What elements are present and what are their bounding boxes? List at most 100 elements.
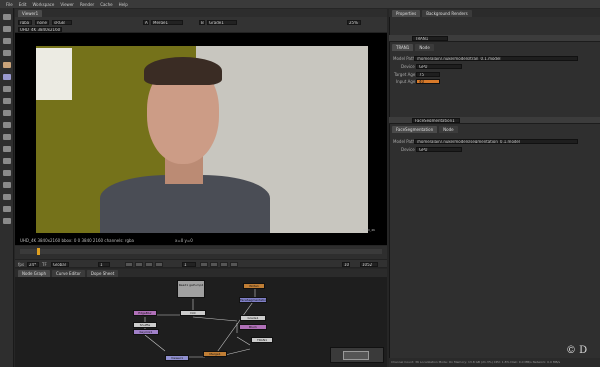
node-edgeblur[interactable]: EdgeBlur	[133, 310, 157, 316]
menu-workspace[interactable]: Workspace	[32, 2, 54, 7]
step-forward-icon[interactable]	[200, 262, 208, 267]
node-write1[interactable]: Write1	[243, 283, 265, 289]
step-back-icon[interactable]	[155, 262, 163, 267]
tab-viewer1[interactable]: Viewer1	[18, 9, 43, 17]
tran1-name-field[interactable]: TRAN1	[412, 36, 448, 41]
node-merge1[interactable]: Merge1	[203, 351, 227, 357]
tab-facesegmentation[interactable]: FaceSegmentation	[392, 126, 438, 133]
input-age-field[interactable]: 40	[416, 79, 440, 84]
node-graph-canvas[interactable]: Read1 galh.mp4 Write1 FaceSegmentation1 …	[15, 277, 387, 367]
fps-label: fps	[18, 262, 25, 267]
play-forward-icon[interactable]	[210, 262, 218, 267]
input-age-label: Input Age	[396, 79, 416, 84]
menu-file[interactable]: File	[6, 2, 13, 7]
node-read1[interactable]: Read1 galh.mp4	[177, 280, 205, 298]
target-age-field[interactable]: 75	[416, 72, 440, 77]
node-dot[interactable]: Dot	[180, 310, 206, 316]
image-tool-icon[interactable]	[3, 26, 11, 32]
tab-dope-sheet[interactable]: Dope Sheet	[86, 269, 119, 277]
pointer-tool-icon[interactable]	[3, 14, 11, 20]
fps-field[interactable]: 24*	[27, 262, 39, 267]
input-b-select[interactable]: Grade1	[207, 20, 237, 25]
input-b-label: B	[199, 20, 205, 25]
menu-bar: File Edit Workspace Viewer Render Cache …	[0, 0, 600, 8]
menu-cache[interactable]: Cache	[100, 2, 112, 7]
fs-model-path-field[interactable]: /home/alain/.nuke/models/segmentation_0.…	[414, 139, 578, 144]
start-frame-field[interactable]: 1	[98, 262, 110, 267]
viewer-controls: rgba none sRGB A Merge1 B Grade1 25% UHD…	[15, 17, 387, 33]
tab-background-renders[interactable]: Background Renders	[422, 9, 472, 17]
node-viewer1[interactable]: Viewer1	[165, 355, 189, 361]
current-frame-field[interactable]: 1	[182, 262, 196, 267]
timeline-ruler[interactable]	[20, 249, 382, 254]
node-tran1[interactable]: TRAN1	[251, 337, 273, 343]
other-tool-icon[interactable]	[3, 206, 11, 212]
input-a-label: A	[143, 20, 149, 25]
properties-tabs: Properties Background Renders	[389, 9, 600, 17]
end-frame-field[interactable]: 1052	[360, 262, 378, 267]
deep-tool-icon[interactable]	[3, 182, 11, 188]
tab-tran1[interactable]: TRAN1	[392, 44, 414, 51]
tc-label: TF	[42, 262, 47, 267]
playhead-marker[interactable]	[37, 248, 40, 255]
play-backward-icon[interactable]	[145, 262, 153, 267]
tran1-tabs: TRAN1 Node	[392, 44, 434, 51]
status-text: Channel Count: 36 Localization Mode: On …	[391, 360, 561, 364]
node-face-segmentation1[interactable]: FaceSegmentation1	[239, 297, 267, 303]
tab-node-graph[interactable]: Node Graph	[18, 269, 50, 277]
step-field[interactable]: 10	[342, 262, 350, 267]
node-blur1[interactable]: Blur1	[239, 324, 267, 330]
keyer-tool-icon[interactable]	[3, 98, 11, 104]
tab-facesegmentation-node[interactable]: Node	[439, 126, 458, 133]
viewer-coords: x=0 y=0	[175, 238, 193, 243]
node-graph-tabs: Node Graph Curve Editor Dope Sheet	[15, 269, 387, 277]
merge-tool-icon[interactable]	[3, 110, 11, 116]
filter-tool-icon[interactable]	[3, 86, 11, 92]
watermark-logo: © D	[566, 345, 588, 356]
tab-tran1-node[interactable]: Node	[415, 44, 434, 51]
particles-tool-icon[interactable]	[3, 170, 11, 176]
fs-device-label: Device	[401, 147, 415, 152]
draw-tool-icon[interactable]	[3, 38, 11, 44]
transform-tool-icon[interactable]	[3, 122, 11, 128]
next-key-icon[interactable]	[220, 262, 228, 267]
target-age-label: Target Age	[394, 72, 416, 77]
3d-tool-icon[interactable]	[3, 134, 11, 140]
zoom-select[interactable]: 25%	[347, 20, 361, 25]
format-corner-label: UHD_4K	[363, 228, 376, 232]
tran1-device-select[interactable]: GPU	[416, 64, 462, 69]
format-select[interactable]: UHD_4K 3840x2160	[18, 27, 62, 32]
viewer-info-bar: UHD_4K 3840x2160 bbox: 0 0 3840 2160 cha…	[15, 236, 387, 246]
tc-mode-select[interactable]: Global	[51, 262, 69, 267]
tran1-model-path-field[interactable]: /home/alain/.nuke/models/tran_0.1.model	[414, 56, 578, 61]
prev-key-icon[interactable]	[135, 262, 143, 267]
metadata-tool-icon[interactable]	[3, 158, 11, 164]
fs-device-select[interactable]: GPU	[416, 147, 462, 152]
channels-select[interactable]: rgba	[18, 20, 32, 25]
node-keymix1[interactable]: Keymix1	[133, 329, 159, 335]
colorspace-select[interactable]: sRGB	[52, 20, 72, 25]
facesegmentation1-name-field[interactable]: FaceSegmentation1	[412, 118, 460, 123]
ml-tool-icon[interactable]	[3, 218, 11, 224]
tab-curve-editor[interactable]: Curve Editor	[51, 269, 85, 277]
node-grade1[interactable]: Grade1	[240, 315, 266, 321]
menu-render[interactable]: Render	[80, 2, 94, 7]
color-tool-icon[interactable]	[3, 74, 11, 80]
last-frame-icon[interactable]	[230, 262, 238, 267]
tab-properties[interactable]: Properties	[392, 9, 421, 17]
status-bar: Channel Count: 36 Localization Mode: On …	[389, 358, 600, 367]
node-graph-minimap[interactable]	[330, 347, 384, 363]
menu-viewer[interactable]: Viewer	[60, 2, 74, 7]
alpha-select[interactable]: none	[35, 20, 49, 25]
time-tool-icon[interactable]	[3, 50, 11, 56]
viewer-info-text: UHD_4K 3840x2160 bbox: 0 0 3840 2160 cha…	[20, 238, 135, 243]
toolsets-tool-icon[interactable]	[3, 194, 11, 200]
first-frame-icon[interactable]	[125, 262, 133, 267]
viewer-tab-bar: Viewer1	[15, 9, 387, 17]
node-shuffle[interactable]: Shuffle	[133, 322, 157, 328]
menu-help[interactable]: Help	[119, 2, 128, 7]
menu-edit[interactable]: Edit	[19, 2, 27, 7]
views-tool-icon[interactable]	[3, 146, 11, 152]
input-a-select[interactable]: Merge1	[151, 20, 183, 25]
channel-tool-icon[interactable]	[3, 62, 11, 68]
